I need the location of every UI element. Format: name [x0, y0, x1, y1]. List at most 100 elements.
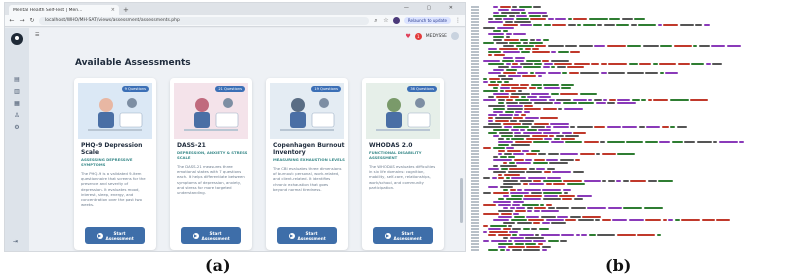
- code-line: [471, 99, 710, 101]
- reload-icon[interactable]: ↻: [29, 17, 35, 24]
- code-token: [565, 135, 579, 137]
- code-token: [562, 72, 567, 74]
- user-name[interactable]: MEDYSSE: [426, 34, 447, 39]
- code-token: [504, 21, 513, 23]
- code-token: [488, 168, 499, 170]
- assessment-card[interactable]: 9 Questions PHQ-9 Depression Scale ASSES…: [74, 78, 156, 250]
- code-token: [559, 159, 574, 161]
- code-token: [493, 108, 505, 110]
- close-tab-icon[interactable]: ×: [111, 7, 115, 13]
- code-token: [580, 72, 599, 74]
- line-number: [471, 228, 479, 230]
- code-token: [483, 126, 502, 128]
- code-token: [538, 228, 549, 230]
- code-token: [542, 198, 561, 200]
- code-token: [693, 45, 697, 47]
- search-icon[interactable]: ⌕: [373, 17, 379, 25]
- code-token: [622, 180, 629, 182]
- menu-dots-icon[interactable]: ⋮: [455, 17, 461, 24]
- code-token: [498, 144, 509, 146]
- code-token: [522, 150, 529, 152]
- star-icon[interactable]: ☆: [383, 17, 389, 24]
- logout-icon[interactable]: ⇥: [13, 238, 18, 245]
- code-token: [512, 6, 517, 8]
- start-assessment-button[interactable]: ▶ Start Assessment: [373, 227, 433, 244]
- scrollbar[interactable]: [460, 178, 463, 223]
- code-line: [471, 246, 552, 248]
- code-token: [517, 189, 522, 191]
- start-assessment-button[interactable]: ▶ Start Assessment: [277, 227, 337, 244]
- card-subtitle: FUNCTIONAL DISABILITY ASSESSMENT: [369, 150, 422, 160]
- document-icon[interactable]: ▦: [13, 100, 21, 107]
- code-token: [505, 36, 510, 38]
- update-button[interactable]: Relaunch to update: [403, 17, 451, 24]
- line-number: [471, 243, 479, 245]
- menu-icon[interactable]: ☰: [35, 32, 39, 38]
- code-token: [576, 126, 593, 128]
- app-logo[interactable]: [11, 33, 23, 45]
- code-token: [497, 81, 502, 83]
- code-token: [483, 225, 488, 227]
- code-token: [514, 21, 531, 23]
- new-tab-icon[interactable]: +: [123, 5, 129, 15]
- start-assessment-button[interactable]: ▶ Start Assessment: [181, 227, 241, 244]
- heart-icon[interactable]: ♥: [405, 33, 410, 40]
- assessment-card[interactable]: 36 Questions WHODAS 2.0 FUNCTIONAL DISAB…: [362, 78, 444, 250]
- user-avatar[interactable]: [451, 32, 459, 40]
- line-number: [471, 93, 479, 95]
- line-number: [471, 213, 479, 215]
- code-token: [483, 42, 494, 44]
- card-subtitle: DEPRESSION, ANXIETY & STRESS SCALE: [177, 150, 248, 160]
- code-token: [495, 96, 509, 98]
- line-number: [471, 30, 479, 32]
- url-field[interactable]: localhost/WHO/MH-SAT/views/assessment/as…: [39, 16, 369, 25]
- code-token: [622, 126, 637, 128]
- code-token: [524, 195, 542, 197]
- start-assessment-button[interactable]: ▶ Start Assessment: [85, 227, 145, 244]
- code-token: [503, 162, 507, 164]
- code-line: [471, 228, 550, 230]
- code-token: [601, 219, 611, 221]
- assessment-card[interactable]: 21 Questions DASS-21 DEPRESSION, ANXIETY…: [170, 78, 252, 250]
- browser-tab[interactable]: Mental Health Self-Test | Men... ×: [9, 5, 119, 15]
- code-token: [514, 141, 532, 143]
- code-token: [512, 234, 517, 236]
- profile-icon[interactable]: [392, 17, 400, 24]
- card-subtitle: ASSESSING DEPRESSIVE SYMPTOMS: [81, 157, 133, 167]
- home-icon[interactable]: ▤: [13, 76, 21, 83]
- line-number: [471, 108, 479, 110]
- settings-icon[interactable]: ⚙: [13, 124, 21, 131]
- assessment-card[interactable]: 19 Questions Copenhagen Burnout Inventor…: [266, 78, 348, 250]
- code-token: [550, 123, 569, 125]
- code-token: [483, 78, 487, 80]
- code-token: [739, 141, 744, 143]
- code-token: [652, 63, 658, 65]
- code-token: [555, 18, 566, 20]
- code-token: [616, 234, 636, 236]
- code-token: [587, 207, 606, 209]
- code-token: [507, 246, 525, 248]
- code-token: [716, 219, 730, 221]
- notification-badge[interactable]: 1: [414, 32, 422, 40]
- chart-icon[interactable]: ▥: [13, 88, 21, 95]
- code-token: [513, 117, 523, 119]
- code-token: [556, 99, 571, 101]
- code-token: [493, 171, 506, 173]
- window-controls[interactable]: — ▢ ✕: [404, 5, 461, 11]
- code-token: [570, 51, 580, 53]
- code-token: [491, 177, 497, 179]
- people-icon[interactable]: ♙: [13, 112, 21, 119]
- code-token: [540, 117, 558, 119]
- code-token: [523, 189, 541, 191]
- code-token: [543, 171, 551, 173]
- code-token: [520, 114, 526, 116]
- code-token: [561, 138, 575, 140]
- code-token: [670, 126, 675, 128]
- code-token: [522, 75, 536, 77]
- code-token: [607, 180, 615, 182]
- code-token: [493, 69, 504, 71]
- card-description: The CBI evaluates three dimensions of bu…: [273, 166, 342, 192]
- back-icon[interactable]: ←: [9, 17, 15, 24]
- code-line: [471, 210, 561, 212]
- forward-icon[interactable]: →: [19, 17, 25, 24]
